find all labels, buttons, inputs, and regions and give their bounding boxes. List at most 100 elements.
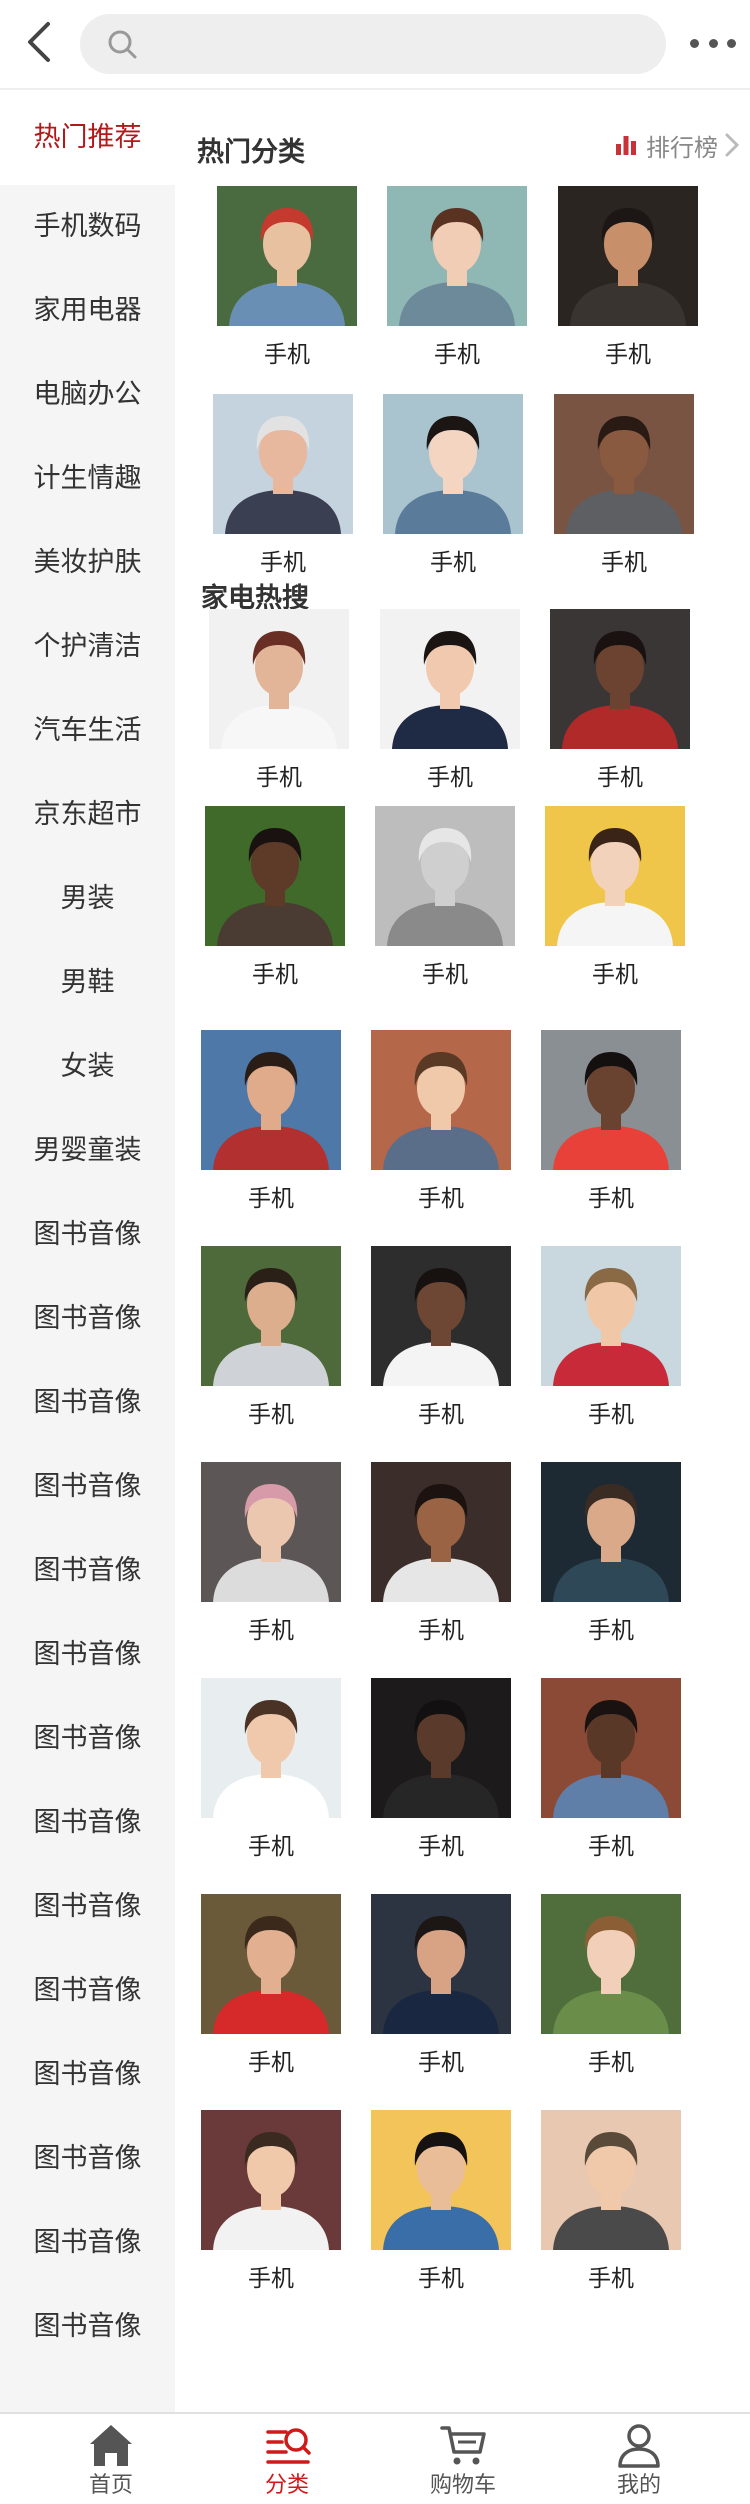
sidebar-item[interactable]: 图书音像 <box>0 1949 175 2033</box>
back-button[interactable] <box>22 18 62 68</box>
product-label: 手机 <box>588 1402 634 1428</box>
sidebar-item[interactable]: 热门推荐 <box>0 90 175 185</box>
product-photo <box>201 1894 341 2034</box>
portrait-image <box>201 1678 341 1818</box>
sidebar-item[interactable]: 男装 <box>0 857 175 941</box>
sidebar-item[interactable]: 图书音像 <box>0 2285 175 2369</box>
portrait-image <box>375 806 515 946</box>
sidebar-item[interactable]: 手机数码 <box>0 185 175 269</box>
sidebar-item[interactable]: 图书音像 <box>0 2033 175 2117</box>
product-card[interactable]: 手机 <box>541 1462 681 1662</box>
product-photo <box>371 1246 511 1386</box>
product-card[interactable]: 手机 <box>375 806 515 1006</box>
sidebar-item[interactable]: 图书音像 <box>0 1865 175 1949</box>
sidebar-item[interactable]: 图书音像 <box>0 1193 175 1277</box>
tab-category[interactable]: 分类 <box>232 2414 342 2504</box>
search-icon <box>108 30 137 59</box>
product-label: 手机 <box>248 1618 294 1644</box>
portrait-image <box>371 1246 511 1386</box>
product-card[interactable]: 手机 <box>205 806 345 1006</box>
product-label: 手机 <box>418 1618 464 1644</box>
product-label: 手机 <box>418 2050 464 2076</box>
product-card[interactable]: 手机 <box>371 1894 511 2094</box>
portrait-image <box>541 1246 681 1386</box>
product-photo <box>201 1462 341 1602</box>
sidebar-item[interactable]: 男婴童装 <box>0 1109 175 1193</box>
product-card[interactable]: 手机 <box>541 1246 681 1446</box>
product-card[interactable]: 手机 <box>371 1030 511 1230</box>
sidebar-item[interactable]: 图书音像 <box>0 1361 175 1445</box>
product-card[interactable]: 手机 <box>201 1246 341 1446</box>
tab-home[interactable]: 首页 <box>56 2414 166 2504</box>
product-photo <box>217 186 357 326</box>
product-card[interactable]: 手机 <box>371 1246 511 1446</box>
more-button[interactable] <box>690 28 736 58</box>
product-label: 手机 <box>248 1186 294 1212</box>
sidebar-item[interactable]: 图书音像 <box>0 2201 175 2285</box>
search-box[interactable] <box>80 14 666 74</box>
product-photo <box>201 1030 341 1170</box>
portrait-image <box>371 1462 511 1602</box>
sidebar-item[interactable]: 图书音像 <box>0 1781 175 1865</box>
product-card[interactable]: 手机 <box>371 1678 511 1878</box>
sidebar-item[interactable]: 图书音像 <box>0 1697 175 1781</box>
sidebar-item[interactable]: 女装 <box>0 1025 175 1109</box>
sidebar-item[interactable]: 图书音像 <box>0 1277 175 1361</box>
product-label: 手机 <box>605 342 651 368</box>
product-label: 手机 <box>256 765 302 791</box>
top-bar <box>0 0 750 90</box>
product-card[interactable]: 手机 <box>201 1462 341 1662</box>
product-card[interactable]: 手机 <box>213 394 353 594</box>
portrait-image <box>545 806 685 946</box>
product-photo <box>201 1678 341 1818</box>
chevron-left-icon <box>28 22 50 62</box>
product-card[interactable]: 手机 <box>201 1678 341 1878</box>
product-card[interactable]: 手机 <box>371 1462 511 1662</box>
product-card[interactable]: 手机 <box>541 2110 681 2310</box>
product-card[interactable]: 手机 <box>387 186 527 386</box>
product-card[interactable]: 手机 <box>545 806 685 1006</box>
tab-label: 首页 <box>88 2473 133 2498</box>
portrait-image <box>558 186 698 326</box>
sidebar-item[interactable]: 美妆护肤 <box>0 521 175 605</box>
product-photo <box>558 186 698 326</box>
sidebar-item[interactable]: 汽车生活 <box>0 689 175 773</box>
tab-cart[interactable]: 购物车 <box>408 2414 518 2504</box>
portrait-image <box>205 806 345 946</box>
product-card[interactable]: 手机 <box>371 2110 511 2310</box>
sidebar-item[interactable]: 图书音像 <box>0 2117 175 2201</box>
product-label: 手机 <box>434 342 480 368</box>
product-card[interactable]: 手机 <box>383 394 523 594</box>
portrait-image <box>371 1678 511 1818</box>
product-photo <box>371 1894 511 2034</box>
sidebar-item[interactable]: 电脑办公 <box>0 353 175 437</box>
sidebar-item[interactable]: 京东超市 <box>0 773 175 857</box>
search-input[interactable] <box>152 14 652 74</box>
sidebar-item[interactable]: 男鞋 <box>0 941 175 1025</box>
product-label: 手机 <box>418 1186 464 1212</box>
product-card[interactable]: 手机 <box>209 609 349 809</box>
tab-profile[interactable]: 我的 <box>584 2414 694 2504</box>
portrait-image <box>554 394 694 534</box>
sidebar-item[interactable]: 家用电器 <box>0 269 175 353</box>
product-card[interactable]: 手机 <box>541 1678 681 1878</box>
sidebar-item[interactable]: 个护清洁 <box>0 605 175 689</box>
product-card[interactable]: 手机 <box>201 1030 341 1230</box>
product-card[interactable]: 手机 <box>554 394 694 594</box>
product-card[interactable]: 手机 <box>550 609 690 809</box>
sidebar-item[interactable]: 图书音像 <box>0 1613 175 1697</box>
product-card[interactable]: 手机 <box>558 186 698 386</box>
sidebar-item[interactable]: 图书音像 <box>0 1445 175 1529</box>
product-card[interactable]: 手机 <box>201 2110 341 2310</box>
ranking-link[interactable]: 排行榜 <box>614 130 740 162</box>
product-card[interactable]: 手机 <box>541 1030 681 1230</box>
product-card[interactable]: 手机 <box>380 609 520 809</box>
product-card[interactable]: 手机 <box>217 186 357 386</box>
sidebar-item[interactable]: 图书音像 <box>0 1529 175 1613</box>
product-card[interactable]: 手机 <box>541 1894 681 2094</box>
portrait-image <box>201 1894 341 2034</box>
sidebar-item[interactable]: 计生情趣 <box>0 437 175 521</box>
product-photo <box>371 1462 511 1602</box>
product-card[interactable]: 手机 <box>201 1894 341 2094</box>
product-label: 手机 <box>588 1186 634 1212</box>
